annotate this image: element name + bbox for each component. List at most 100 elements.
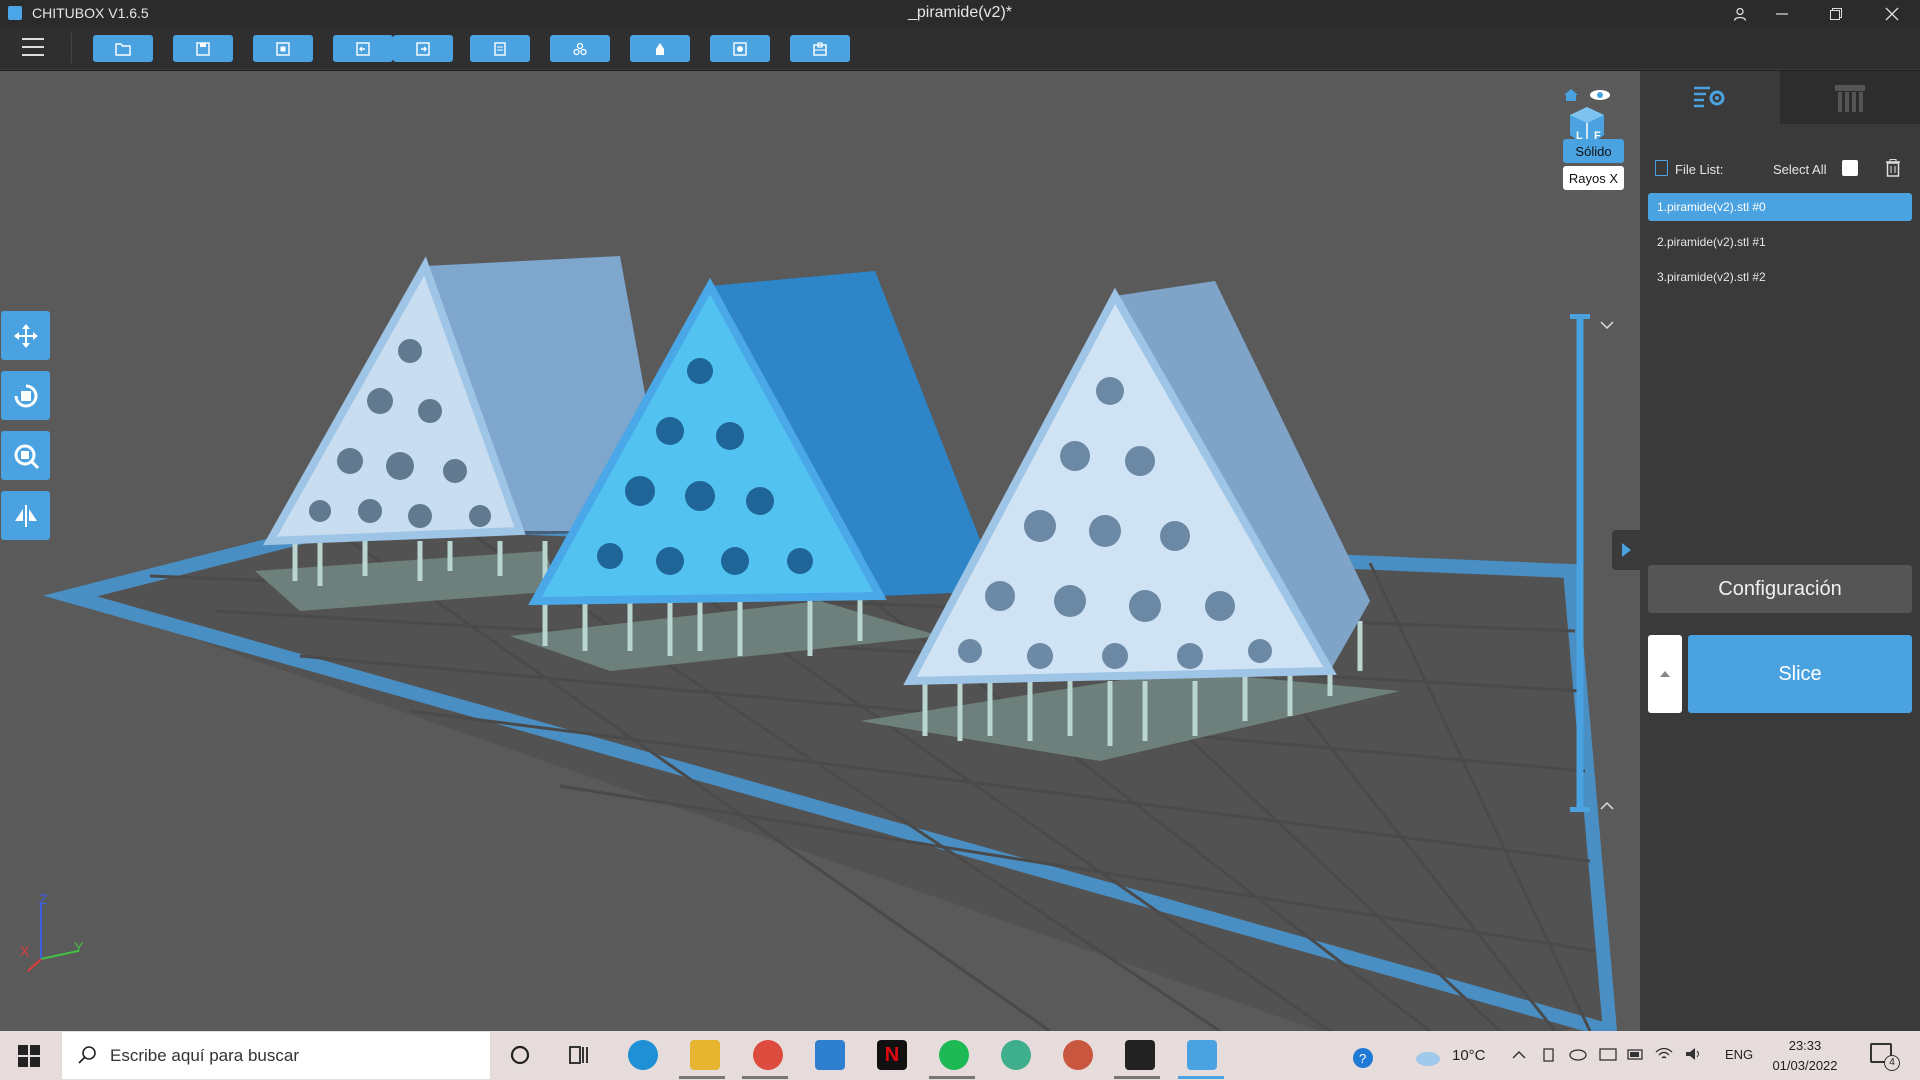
arrange-button[interactable] <box>550 35 610 62</box>
notification-count-badge: 4 <box>1884 1055 1900 1071</box>
clock-time: 23:33 <box>1788 1038 1822 1053</box>
display-icon[interactable] <box>1599 1047 1617 1066</box>
chrome-profile-icon[interactable] <box>1063 1040 1093 1070</box>
hollow-button[interactable] <box>630 35 690 62</box>
language-indicator[interactable]: ENG <box>1725 1047 1753 1062</box>
active-indicator <box>929 1076 975 1079</box>
drill-button[interactable] <box>710 35 770 62</box>
slice-options-button[interactable] <box>1648 635 1682 713</box>
select-all-label: Select All <box>1773 162 1827 177</box>
save-button[interactable] <box>173 35 233 62</box>
supports-icon <box>1835 84 1865 112</box>
list-settings-icon <box>1694 86 1725 107</box>
chitubox-icon[interactable] <box>1187 1040 1217 1070</box>
restore-icon[interactable] <box>1810 0 1862 27</box>
tab-file-settings[interactable] <box>1640 71 1780 124</box>
panel-collapse-button[interactable] <box>1612 530 1640 570</box>
cortana-icon[interactable] <box>505 1040 535 1070</box>
print-button[interactable] <box>790 35 850 62</box>
hamburger-menu-icon[interactable] <box>22 38 44 58</box>
undo-button[interactable] <box>333 35 393 62</box>
volume-icon[interactable] <box>1685 1047 1703 1064</box>
xray-mode-button[interactable]: Rayos X <box>1563 166 1624 190</box>
file-list-item[interactable]: 2.piramide(v2).stl #1 <box>1648 228 1912 256</box>
slice-button[interactable]: Slice <box>1688 635 1912 713</box>
windows-start-icon[interactable] <box>18 1045 40 1067</box>
pyramid-model-2[interactable] <box>903 281 1370 686</box>
weather-temperature[interactable]: 10°C <box>1452 1047 1486 1064</box>
layout-button[interactable] <box>470 35 530 62</box>
active-indicator <box>1114 1076 1160 1079</box>
scale-tool-button[interactable] <box>1 431 50 480</box>
chrome-icon[interactable] <box>753 1040 783 1070</box>
device-icon[interactable] <box>1542 1047 1556 1066</box>
select-all-checkbox[interactable] <box>1842 160 1858 176</box>
save-icon <box>196 41 210 56</box>
mirror-tool-button[interactable] <box>1 491 50 540</box>
solid-mode-button[interactable]: Sólido <box>1563 139 1624 163</box>
search-icon <box>78 1046 96 1064</box>
3d-viewport[interactable]: L F Z Y X <box>0 71 1640 1031</box>
file-list-item[interactable]: 1.piramide(v2).stl #0 <box>1648 193 1912 221</box>
scale-icon <box>14 444 39 469</box>
hollow-icon <box>656 42 664 55</box>
edge-icon[interactable] <box>628 1040 658 1070</box>
file-list-item[interactable]: 3.piramide(v2).stl #2 <box>1648 263 1912 291</box>
configuration-button[interactable]: Configuración <box>1648 565 1912 613</box>
minimize-icon[interactable] <box>1756 0 1808 27</box>
help-icon[interactable]: ? <box>1352 1047 1376 1072</box>
onedrive-icon[interactable] <box>1569 1047 1587 1064</box>
home-icon <box>1564 89 1578 101</box>
axis-x-label: X <box>20 943 30 959</box>
right-panel: File List: Select All 1.piramide(v2).stl… <box>1640 71 1920 1031</box>
search-placeholder: Escribe aquí para buscar <box>110 1046 299 1065</box>
toolbar-divider <box>71 33 72 63</box>
undo-icon <box>356 41 370 56</box>
tab-supports[interactable] <box>1780 71 1920 124</box>
file-list-icon <box>1655 160 1668 176</box>
chevron-up-icon[interactable] <box>1512 1047 1526 1063</box>
move-tool-button[interactable] <box>1 311 50 360</box>
mirror-icon <box>14 504 37 527</box>
rotate-icon <box>14 384 37 407</box>
box-icon <box>813 41 827 56</box>
file-explorer-icon[interactable] <box>690 1040 720 1070</box>
layout-icon <box>494 41 506 56</box>
wifi-icon[interactable] <box>1655 1047 1673 1064</box>
main-toolbar <box>0 27 1920 70</box>
close-icon[interactable] <box>1866 0 1918 27</box>
title-bar: CHITUBOX V1.6.5 _piramide(v2)* <box>0 0 1920 27</box>
screenshot-button[interactable] <box>253 35 313 62</box>
caret-up-icon <box>1660 671 1670 677</box>
rotate-tool-button[interactable] <box>1 371 50 420</box>
atom-icon[interactable] <box>1001 1040 1031 1070</box>
netflix-icon[interactable]: N <box>877 1040 907 1070</box>
move-icon <box>13 323 38 348</box>
chevron-right-icon <box>1622 543 1631 557</box>
folder-open-icon <box>115 42 131 56</box>
camera-icon <box>276 41 290 56</box>
taskbar-search-box[interactable]: Escribe aquí para buscar <box>62 1032 490 1079</box>
axis-y-label: Y <box>74 939 84 955</box>
windows-taskbar: Escribe aquí para buscar N ? 10°C ENG 23… <box>0 1031 1920 1080</box>
clock-date: 01/03/2022 <box>1772 1058 1838 1073</box>
inkscape-icon[interactable] <box>1125 1040 1155 1070</box>
redo-button[interactable] <box>393 35 453 62</box>
mail-icon[interactable] <box>815 1040 845 1070</box>
trash-icon[interactable] <box>1885 159 1901 177</box>
system-clock[interactable]: 23:33 01/03/2022 <box>1770 1036 1840 1076</box>
arrange-icon <box>573 42 587 55</box>
active-indicator <box>1178 1076 1224 1079</box>
chitubox-window: CHITUBOX V1.6.5 _piramide(v2)* L F Z Y X… <box>0 0 1920 1080</box>
weather-cloud-icon[interactable] <box>1414 1047 1442 1070</box>
active-indicator <box>679 1076 725 1079</box>
battery-icon[interactable] <box>1627 1047 1645 1064</box>
task-view-icon[interactable] <box>564 1040 594 1070</box>
open-file-button[interactable] <box>93 35 153 62</box>
scene-canvas <box>27 256 1618 1031</box>
axis-gizmo <box>27 904 79 972</box>
axis-z-label: Z <box>39 891 48 907</box>
spotify-icon[interactable] <box>939 1040 969 1070</box>
active-indicator <box>742 1076 788 1079</box>
file-list-label: File List: <box>1675 162 1724 177</box>
